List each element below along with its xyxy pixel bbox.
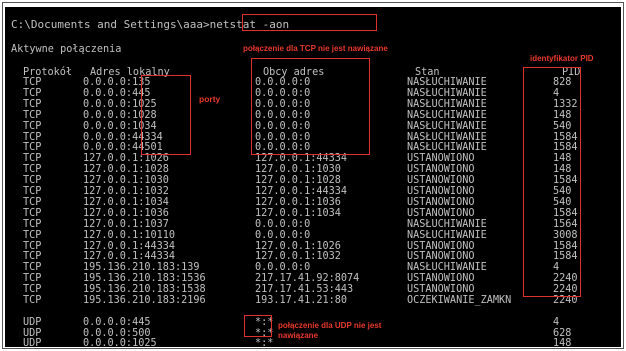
row-protocol: TCP [23,131,42,143]
row-protocol: UDP [23,338,42,347]
row-state: USTANOWIONO [407,240,475,252]
row-protocol: UDP [23,327,42,339]
row-state: USTANOWIONO [407,251,475,263]
udp-foreign-box [244,315,272,337]
row-foreign-address: 217.17.41.53:443 [255,284,354,296]
row-foreign-address: 127.0.0.1:1028 [255,175,341,187]
row-protocol: TCP [23,142,42,154]
row-state: NASŁUCHIWANIE [407,109,487,121]
udp-note: połączenie dla UDP nie jest nawiązane [278,321,382,340]
row-foreign-address: 127.0.0.1:44334 [255,186,348,197]
console-window[interactable]: C:\Documents and Settings\aaa>netstat -a… [5,7,621,347]
tcp-note: połączenie dla TCP nie jest nawiązane [243,44,388,53]
row-state: USTANOWIONO [407,207,475,219]
row-protocol: TCP [23,284,42,296]
row-state: NASŁUCHIWANIE [407,218,487,230]
foreign-address-box [251,58,370,155]
row-protocol: UDP [23,317,42,328]
row-local-address: 127.0.0.1:1036 [83,207,169,219]
row-local-address: 195.136.210.183:139 [83,262,200,274]
ports-note: porty [199,94,221,104]
command-highlight-box [242,14,377,31]
row-state: OCZEKIWANIE_ZAMKN [407,295,512,306]
row-protocol: TCP [23,229,42,241]
row-pid: 4 [553,317,560,328]
row-foreign-address: 127.0.0.1:1036 [255,196,341,208]
row-protocol: TCP [23,295,42,306]
ports-highlight-box [141,75,191,155]
row-local-address: 127.0.0.1:44334 [83,240,176,252]
row-protocol: TCP [23,175,42,187]
row-protocol: TCP [23,262,42,274]
row-foreign-address: 127.0.0.1:1026 [255,240,341,252]
row-protocol: TCP [23,240,42,252]
row-local-address: 127.0.0.1:1028 [83,164,169,176]
row-state: NASŁUCHIWANIE [407,262,487,274]
row-local-address: 127.0.0.1:10110 [83,229,176,241]
row-state: USTANOWIONO [407,164,475,176]
row-state: NASŁUCHIWANIE [407,142,487,154]
row-protocol: TCP [23,186,42,197]
pid-highlight-box [523,67,581,297]
row-protocol: TCP [23,153,42,165]
row-protocol: TCP [23,273,42,285]
row-foreign-address: 0.0.0.0:0 [255,218,311,230]
row-protocol: TCP [23,207,42,219]
row-state: USTANOWIONO [407,153,475,165]
row-state: USTANOWIONO [407,284,475,296]
pid-note: identyfikator PID [530,54,594,63]
row-protocol: TCP [23,98,42,110]
row-state: NASŁUCHIWANIE [407,98,487,110]
row-local-address: 195.136.210.183:2196 [83,295,206,306]
row-protocol: TCP [23,77,42,88]
row-foreign-address: 127.0.0.1:1030 [255,164,341,176]
row-local-address: 127.0.0.1:1030 [83,175,169,187]
row-local-address: 127.0.0.1:44334 [83,251,176,263]
row-local-address: 0.0.0.0:445 [83,317,151,328]
section-title: Aktywne połączenia [11,44,122,55]
row-protocol: TCP [23,109,42,121]
row-pid: 148 [553,338,572,347]
row-foreign-address: 217.17.41.92:8074 [255,273,360,285]
row-protocol: TCP [23,196,42,208]
row-state: USTANOWIONO [407,196,475,208]
row-local-address: 0.0.0.0:1025 [83,338,157,347]
row-protocol: TCP [23,87,42,99]
row-protocol: TCP [23,120,42,132]
row-protocol: TCP [23,218,42,230]
row-pid: 628 [553,327,572,339]
row-protocol: TCP [23,164,42,176]
row-foreign-address: *:* [255,338,274,347]
row-local-address: 195.136.210.183:1538 [83,284,206,296]
row-state: USTANOWIONO [407,175,475,187]
row-state: NASŁUCHIWANIE [407,229,487,241]
row-local-address: 127.0.0.1:1037 [83,218,169,230]
row-local-address: 195.136.210.183:1536 [83,273,206,285]
row-local-address: 0.0.0.0:500 [83,327,151,339]
row-state: NASŁUCHIWANIE [407,120,487,132]
row-state: USTANOWIONO [407,186,475,197]
row-foreign-address: 127.0.0.1:1032 [255,251,341,263]
row-foreign-address: 127.0.0.1:1034 [255,207,341,219]
row-foreign-address: 193.17.41.21:80 [255,295,348,306]
row-local-address: 127.0.0.1:1032 [83,186,169,197]
row-state: USTANOWIONO [407,273,475,285]
row-local-address: 127.0.0.1:1034 [83,196,169,208]
row-state: NASŁUCHIWANIE [407,87,487,99]
row-state: NASŁUCHIWANIE [407,131,487,143]
row-foreign-address: 0.0.0.0:0 [255,262,311,274]
row-foreign-address: 0.0.0.0:0 [255,229,311,241]
row-state: NASŁUCHIWANIE [407,77,487,88]
row-protocol: TCP [23,251,42,263]
